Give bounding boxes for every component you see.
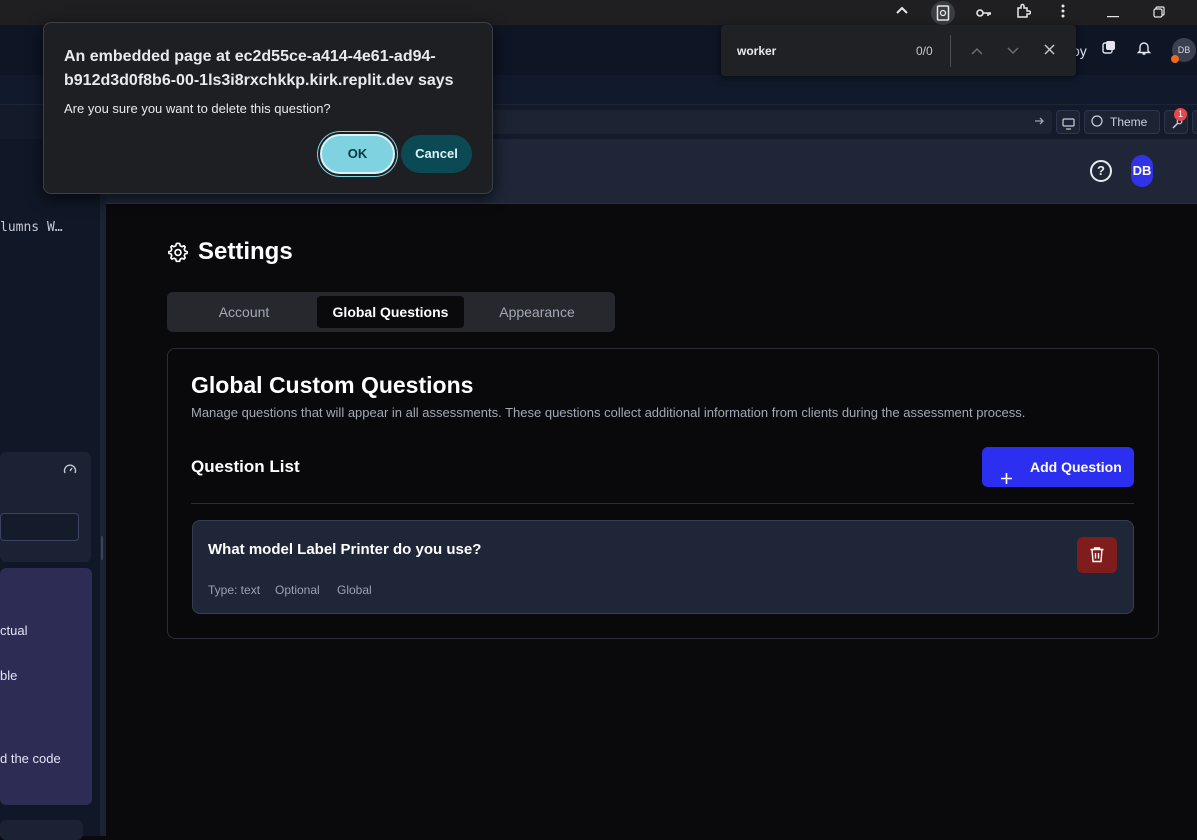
extensions-icon[interactable] [1013,3,1033,23]
theme-label: Theme [1110,115,1148,129]
find-next-icon[interactable] [1003,40,1023,60]
left-panel-message-card: ctual ble d the code [0,568,92,805]
card-title: Global Custom Questions [191,372,474,398]
dialog-title: An embedded page at ec2d55ce-a414-4e61-a… [64,48,454,89]
question-scope: Global [337,583,372,597]
delete-question-button[interactable] [1077,537,1117,573]
toolbar-overflow [1192,110,1197,134]
restore-icon[interactable] [1149,3,1169,23]
find-in-page-icon[interactable] [931,1,955,25]
help-icon[interactable]: ? [1090,160,1112,182]
trash-icon [1089,546,1105,568]
add-question-button[interactable]: Add Question [982,447,1134,487]
settings-gear-icon [167,241,189,263]
theme-button[interactable]: Theme [1084,110,1160,134]
left-panel-card-bottom [0,820,83,840]
find-previous-icon[interactable] [967,40,987,60]
chevron-up-icon[interactable] [892,3,912,23]
minimize-icon[interactable] [1103,3,1123,23]
arrow-right-icon[interactable] [1033,114,1045,132]
plus-icon [1000,460,1013,500]
notification-badge: 1 [1174,108,1187,121]
more-menu-icon[interactable] [1053,3,1073,23]
find-count: 0/0 [916,44,933,58]
question-required: Optional [275,583,320,597]
close-find-icon[interactable] [1039,40,1059,60]
divider [191,503,1134,504]
devices-button[interactable] [1056,110,1080,134]
monitor-icon [1062,115,1079,137]
card-description: Manage questions that will appear in all… [191,405,1026,420]
tab-appearance[interactable]: Appearance [464,296,610,328]
find-separator [950,35,951,67]
webview-url-bar[interactable] [480,110,1052,134]
add-question-label: Add Question [1030,459,1122,475]
left-panel-input[interactable] [0,513,79,541]
panel-resize-handle[interactable] [100,139,106,836]
tab-global-questions[interactable]: Global Questions [317,296,464,328]
question-list-title: Question List [191,457,300,476]
question-text: What model Label Printer do you use? [208,541,482,558]
multi-window-icon[interactable] [1102,40,1120,58]
tab-account[interactable]: Account [171,296,317,328]
left-text-3: d the code [0,751,61,766]
key-icon[interactable] [974,3,994,23]
left-text-1: ctual [0,623,28,638]
bell-icon[interactable] [1136,40,1155,58]
find-input[interactable]: worker [737,44,776,58]
left-text-2: ble [0,668,18,683]
ok-button[interactable]: OK [320,134,395,174]
code-snippet: lumns W… [0,220,63,235]
dialog-message: Are you sure you want to delete this que… [64,101,331,116]
question-type: Type: text [208,583,261,597]
settings-tabs: Account Global Questions Appearance [167,292,615,332]
left-panel-card [0,452,91,562]
palette-icon [1091,112,1103,134]
gauge-icon[interactable] [63,462,77,480]
status-dot [1171,55,1179,63]
page-title: Settings [198,238,293,265]
cancel-button[interactable]: Cancel [401,135,472,173]
user-avatar[interactable]: DB [1131,155,1153,187]
question-item [192,520,1134,614]
